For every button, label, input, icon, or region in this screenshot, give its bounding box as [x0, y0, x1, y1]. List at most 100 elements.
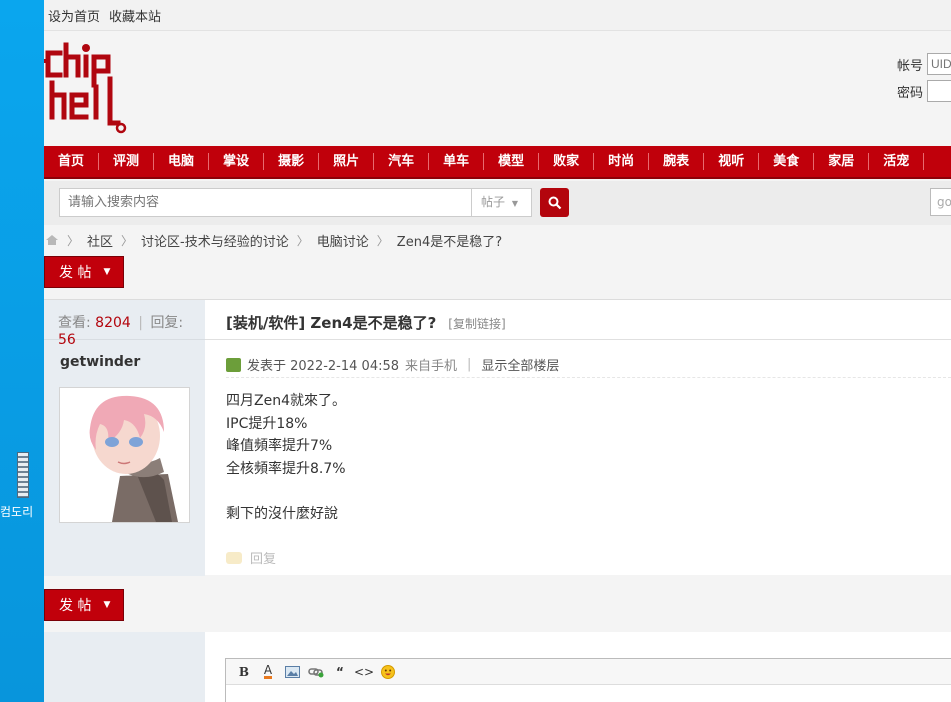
caret-down-icon: ▼: [103, 267, 111, 277]
nav-item-photos[interactable]: 照片: [319, 153, 375, 170]
copy-link-button[interactable]: [复制链接]: [448, 315, 505, 332]
author-sidebar: 查看: 8204 | 回复: 56 getwinder: [44, 300, 205, 576]
new-post-label: 发 帖: [59, 265, 92, 281]
post-main: [装机/软件] Zen4是不是稳了? [复制链接] 发表于 2022-2-14 …: [205, 300, 951, 576]
chiphell-logo[interactable]: [44, 39, 130, 139]
search-bar: 帖子 ▼ go: [44, 181, 951, 225]
nav-item-audio-video[interactable]: 视听: [704, 153, 760, 170]
new-post-label: 发 帖: [59, 598, 92, 614]
new-post-button-bottom[interactable]: 发 帖 ▼: [44, 589, 124, 621]
chevron-down-icon: ▼: [511, 199, 518, 208]
breadcrumb-item-discussion[interactable]: 讨论区-技术与经验的讨论: [141, 231, 289, 250]
quote-button[interactable]: “: [328, 663, 352, 681]
reply-editor[interactable]: B A “ <>: [225, 658, 951, 702]
breadcrumb-item-computer[interactable]: 电脑讨论: [317, 231, 369, 250]
search-type-label: 帖子: [481, 195, 506, 209]
post-line: IPC提升18%: [226, 415, 308, 432]
breadcrumb-separator: 〉: [67, 233, 80, 248]
link-button[interactable]: [304, 663, 328, 681]
code-button[interactable]: <>: [352, 663, 376, 681]
thread-post: 查看: 8204 | 回复: 56 getwinder [装机/软件] Zen4…: [44, 299, 951, 576]
login-form: 帐号 密码: [897, 53, 951, 107]
link-icon: [308, 667, 324, 677]
search-type-select[interactable]: 帖子 ▼: [471, 188, 532, 217]
caret-down-icon: ▼: [103, 600, 111, 610]
account-label: 帐号: [896, 58, 923, 74]
nav-item-food[interactable]: 美食: [759, 153, 815, 170]
replies-label: 回复:: [150, 315, 184, 331]
text-color-icon: A: [263, 663, 273, 679]
reply-button[interactable]: 回复: [226, 548, 276, 567]
show-all-floors-link[interactable]: 显示全部楼层: [481, 355, 559, 374]
post-line: 峰值頻率提升7%: [226, 438, 333, 454]
smiley-icon: [381, 664, 395, 679]
post-line: 全核頻率提升8.7%: [226, 460, 346, 477]
nav-item-watches[interactable]: 腕表: [649, 153, 705, 170]
thread-stats: 查看: 8204 | 回复: 56: [44, 300, 205, 348]
nav-item-handheld[interactable]: 掌设: [209, 153, 265, 170]
desktop-file-icon[interactable]: [17, 452, 29, 498]
nav-item-models[interactable]: 模型: [484, 153, 540, 170]
set-home-link[interactable]: 设为首页: [48, 6, 100, 25]
password-input[interactable]: [927, 80, 951, 102]
nav-item-pets[interactable]: 活宠: [869, 153, 925, 170]
views-label: 查看:: [58, 315, 91, 331]
post-line: [226, 480, 346, 503]
quick-jump-input[interactable]: go: [930, 188, 951, 216]
bookmark-link[interactable]: 收藏本站: [109, 6, 161, 25]
breadcrumb-separator: 〉: [296, 233, 309, 248]
forum-page: 设为首页 收藏本站 帐号 UID 密码 首页 评测 电脑 掌设 摄影 照片 汽车…: [44, 0, 951, 702]
text-color-button[interactable]: A: [256, 663, 280, 681]
nav-item-home-living[interactable]: 家居: [814, 153, 870, 170]
avatar[interactable]: [59, 387, 190, 523]
nav-item-bikes[interactable]: 单车: [429, 153, 485, 170]
home-icon[interactable]: [45, 234, 59, 246]
account-input[interactable]: [927, 53, 951, 75]
top-bar: 设为首页 收藏本站: [44, 0, 951, 31]
nav-item-computer[interactable]: 电脑: [154, 153, 210, 170]
thread-title: [装机/软件] Zen4是不是稳了?: [226, 314, 437, 332]
stats-divider: |: [138, 315, 143, 331]
desktop-background: 컴도리: [0, 0, 44, 702]
nav-item-cars[interactable]: 汽车: [374, 153, 430, 170]
image-button[interactable]: [280, 663, 304, 681]
breadcrumb-item-community[interactable]: 社区: [87, 231, 113, 250]
reply-bubble-icon: [226, 551, 242, 564]
post-line: 剩下的沒什麼好說: [226, 505, 338, 522]
quick-reply-area: B A “ <>: [44, 632, 951, 702]
bold-button[interactable]: B: [232, 663, 256, 681]
breadcrumb: 〉 社区 〉 讨论区-技术与经验的讨论 〉 电脑讨论 〉 Zen4是不是稳了?: [44, 230, 502, 250]
nav-item-home[interactable]: 首页: [44, 153, 100, 170]
avatar-illustration: [60, 388, 189, 522]
breadcrumb-item-thread[interactable]: Zen4是不是稳了?: [397, 231, 502, 250]
online-status-icon: [226, 357, 241, 372]
post-line: 四月Zen4就來了。: [226, 393, 346, 409]
new-post-button[interactable]: 发 帖 ▼: [44, 256, 124, 288]
reply-sidebar: [44, 632, 205, 702]
reply-label: 回复: [250, 552, 277, 567]
site-header: 帐号 密码: [44, 31, 951, 146]
views-count: 8204: [95, 315, 131, 331]
post-content: 四月Zen4就來了。 IPC提升18% 峰值頻率提升7% 全核頻率提升8.7% …: [226, 390, 346, 525]
breadcrumb-separator: 〉: [121, 233, 134, 248]
nav-item-shopping[interactable]: 败家: [539, 153, 595, 170]
post-meta: 发表于 2022-2-14 04:58 来自手机 | 显示全部楼层: [226, 352, 951, 378]
replies-count: 56: [58, 332, 76, 348]
desktop-icon-label: 컴도리: [0, 505, 34, 519]
meta-divider: |: [467, 357, 472, 372]
search-input[interactable]: [59, 188, 472, 217]
main-nav: 首页 评测 电脑 掌设 摄影 照片 汽车 单车 模型 败家 时尚 腕表 视听 美…: [44, 146, 951, 179]
nav-item-photography[interactable]: 摄影: [264, 153, 320, 170]
editor-toolbar: B A “ <>: [226, 659, 951, 685]
search-icon: [548, 196, 561, 209]
post-source: 来自手机: [405, 359, 458, 374]
thread-title-row: [装机/软件] Zen4是不是稳了? [复制链接]: [205, 300, 951, 340]
nav-item-reviews[interactable]: 评测: [99, 153, 155, 170]
nav-item-fashion[interactable]: 时尚: [594, 153, 650, 170]
post-date: 发表于 2022-2-14 04:58: [247, 359, 400, 374]
emoji-button[interactable]: [376, 663, 400, 681]
breadcrumb-separator: 〉: [376, 233, 389, 248]
password-label: 密码: [896, 85, 923, 101]
search-button[interactable]: [540, 188, 569, 217]
image-icon: [284, 665, 300, 678]
